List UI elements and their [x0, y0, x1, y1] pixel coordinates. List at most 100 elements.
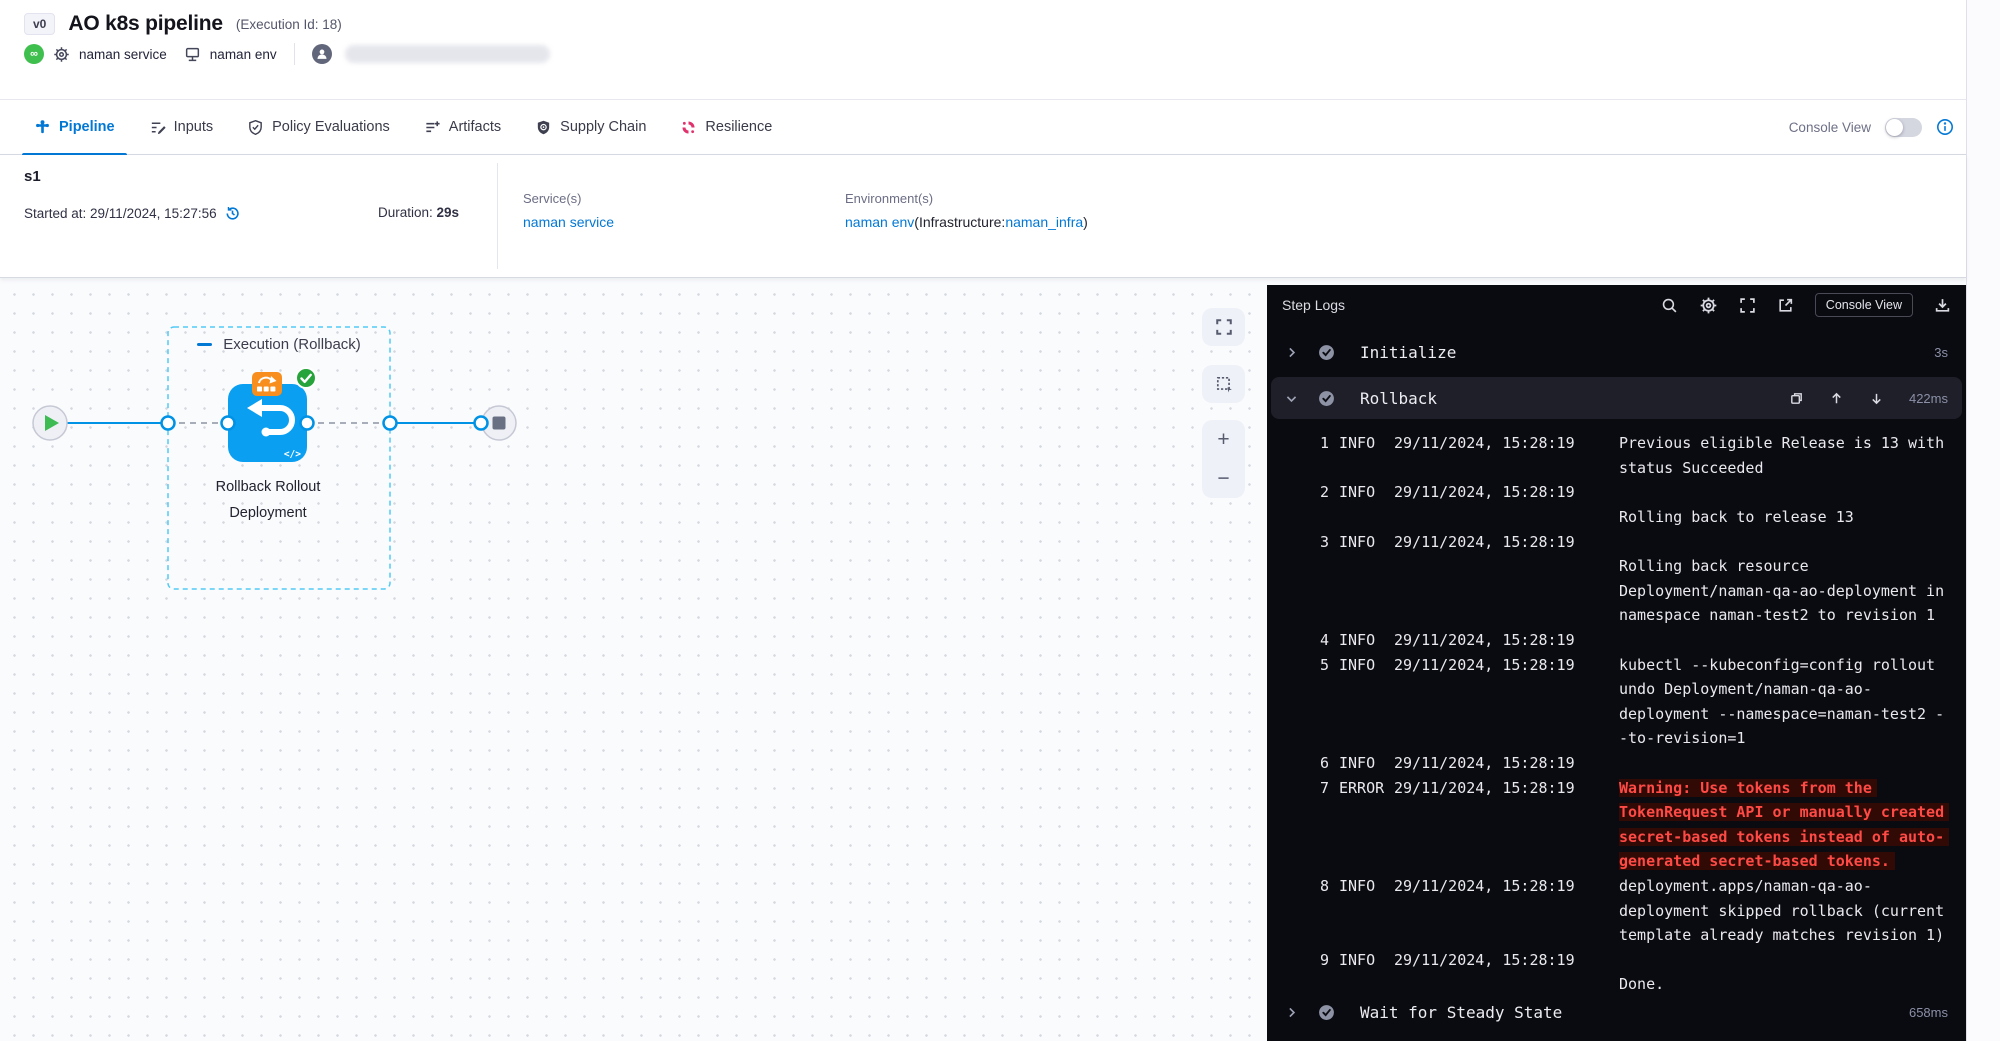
section-name: Rollback [1360, 389, 1437, 408]
console-view-label: Console View [1789, 120, 1871, 135]
step-success-icon [1318, 344, 1335, 361]
collapse-minus-icon[interactable] [197, 343, 212, 346]
tab-artifacts[interactable]: Artifacts [412, 100, 513, 155]
download-logs-icon[interactable] [1934, 297, 1951, 314]
log-message: undo Deployment/naman-qa-ao- [1619, 680, 1966, 698]
log-line-number: 8 [1267, 877, 1329, 895]
log-message-text: Done. [1619, 975, 1664, 993]
rollout-badge-icon [252, 372, 282, 396]
canvas-fullscreen-button[interactable] [1202, 308, 1245, 346]
started-at-text: Started at: 29/11/2024, 15:27:56 [24, 206, 217, 221]
canvas-marquee-select-button[interactable] [1202, 365, 1245, 403]
services-header: Service(s) [523, 191, 614, 206]
log-line-number: 7 [1267, 779, 1329, 797]
log-line-number: 1 [1267, 434, 1329, 452]
log-message-text: deployment --namespace=naman-test2 - [1619, 705, 1944, 723]
node-label: Rollback Rollout Deployment [197, 474, 339, 526]
page-scrollbar-track[interactable] [1966, 0, 2000, 1041]
log-message-text: -to-revision=1 [1619, 729, 1745, 747]
pipeline-graph: </> [0, 278, 1267, 1041]
log-level: INFO [1339, 434, 1394, 452]
console-view-button[interactable]: Console View [1815, 293, 1913, 317]
console-view-toggle[interactable] [1885, 118, 1922, 137]
log-line-number: 3 [1267, 533, 1329, 551]
log-row: 8INFO29/11/2024, 15:28:19deployment.apps… [1267, 874, 1966, 899]
environment-link[interactable]: naman env [845, 214, 914, 230]
step-success-icon [1318, 1004, 1335, 1021]
log-section-wait-for-steady-state[interactable]: Wait for Steady State 658ms [1271, 993, 1962, 1031]
zoom-in-button[interactable]: + [1217, 429, 1229, 450]
log-timestamp: 29/11/2024, 15:28:19 [1394, 533, 1619, 551]
log-row: Rolling back resource [1267, 554, 1966, 579]
open-in-new-tab-icon[interactable] [1777, 297, 1794, 314]
log-message: Rolling back resource [1619, 557, 1966, 575]
chevron-right-icon[interactable] [1285, 1006, 1298, 1019]
log-level: INFO [1339, 656, 1394, 674]
policy-shield-check-icon [247, 119, 264, 136]
scroll-to-top-icon[interactable] [1829, 391, 1844, 406]
log-section-initialize[interactable]: Initialize 3s [1271, 333, 1962, 371]
connector-port[interactable] [301, 417, 314, 430]
log-message-text: kubectl --kubeconfig=config rollout [1619, 656, 1935, 674]
environments-column: Environment(s) naman env(Infrastructure:… [845, 191, 1088, 230]
log-level: INFO [1339, 483, 1394, 501]
log-row: 6INFO29/11/2024, 15:28:19 [1267, 751, 1966, 776]
log-message: template already matches revision 1) [1619, 926, 1966, 944]
log-rows: 1INFO29/11/2024, 15:28:19Previous eligib… [1267, 431, 1966, 997]
tab-resilience[interactable]: Resilience [668, 100, 784, 155]
copy-logs-icon[interactable] [1789, 391, 1804, 406]
log-message-error-text: secret-based tokens instead of auto- [1619, 828, 1949, 846]
service-name[interactable]: naman service [79, 47, 167, 62]
infrastructure-link[interactable]: naman_infra [1005, 214, 1083, 230]
log-message: TokenRequest API or manually created [1619, 803, 1966, 821]
execution-id: (Execution Id: 18) [236, 17, 342, 32]
scroll-to-bottom-icon[interactable] [1869, 391, 1884, 406]
environment-icon [184, 46, 201, 63]
log-section-rollback[interactable]: Rollback 422ms [1271, 377, 1962, 419]
search-icon[interactable] [1661, 297, 1678, 314]
chevron-right-icon[interactable] [1285, 346, 1298, 359]
tab-supply-chain[interactable]: Supply Chain [523, 100, 658, 155]
tab-label: Pipeline [59, 119, 115, 135]
info-icon[interactable] [1936, 118, 1954, 136]
zoom-out-button[interactable]: − [1217, 468, 1229, 489]
chevron-down-icon[interactable] [1285, 392, 1298, 405]
log-panel-header: Step Logs Console View [1267, 285, 1966, 325]
canvas-zoom-control[interactable]: + − [1202, 420, 1245, 498]
execution-history-icon[interactable] [224, 205, 241, 222]
connector-port[interactable] [384, 417, 397, 430]
connector-port[interactable] [475, 417, 488, 430]
services-column: Service(s) naman service [523, 191, 614, 230]
tab-label: Policy Evaluations [272, 119, 390, 135]
supply-chain-shield-icon [535, 119, 552, 136]
log-row: namespace naman-test2 to revision 1 [1267, 603, 1966, 628]
environment-name[interactable]: naman env [210, 47, 277, 62]
section-name: Wait for Steady State [1360, 1003, 1562, 1022]
success-check-icon [296, 368, 316, 388]
tab-inputs[interactable]: Inputs [137, 100, 226, 155]
log-settings-gear-icon[interactable] [1699, 296, 1718, 315]
tab-label: Artifacts [449, 119, 501, 135]
started-at: Started at: 29/11/2024, 15:27:56 [24, 205, 241, 222]
tab-policy-evaluations[interactable]: Policy Evaluations [235, 100, 402, 155]
version-badge: v0 [24, 13, 55, 35]
connector-port[interactable] [222, 417, 235, 430]
title-row: v0 AO k8s pipeline (Execution Id: 18) [24, 9, 342, 39]
log-timestamp: 29/11/2024, 15:28:19 [1394, 631, 1619, 649]
log-message-text: Deployment/naman-qa-ao-deployment in [1619, 582, 1944, 600]
log-line-number: 5 [1267, 656, 1329, 674]
log-message: Previous eligible Release is 13 with [1619, 434, 1966, 452]
log-row: status Succeeded [1267, 456, 1966, 481]
log-message-text: Rolling back to release 13 [1619, 508, 1854, 526]
tab-pipeline[interactable]: Pipeline [22, 100, 127, 155]
user-avatar-icon [312, 44, 332, 64]
expand-fullscreen-icon[interactable] [1739, 297, 1756, 314]
group-label: Execution (Rollback) [223, 336, 361, 353]
connector-port[interactable] [162, 417, 175, 430]
divider [294, 43, 295, 65]
app-header: v0 AO k8s pipeline (Execution Id: 18) ∞ … [0, 0, 1966, 100]
artifacts-icon [424, 119, 441, 136]
section-duration: 422ms [1909, 391, 1948, 406]
execution-group-header[interactable]: Execution (Rollback) [168, 336, 390, 353]
service-link[interactable]: naman service [523, 214, 614, 230]
